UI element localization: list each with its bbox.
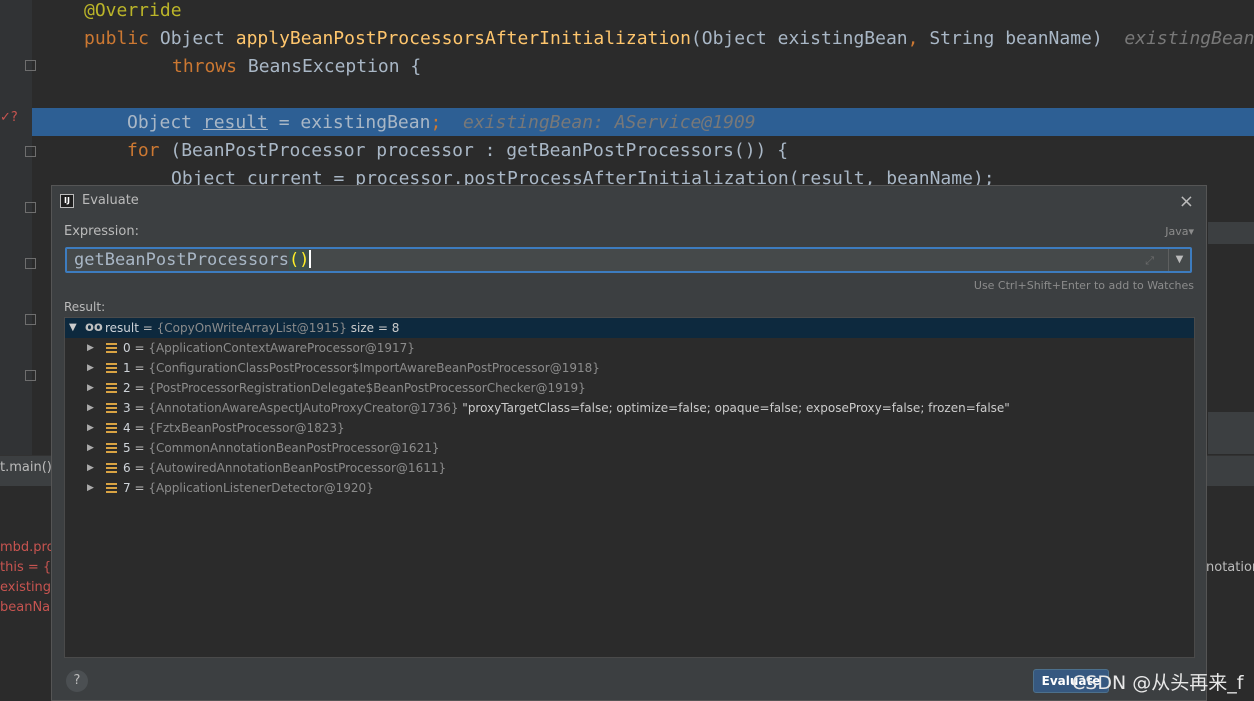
fold-marker-icon[interactable]: [25, 258, 36, 269]
list-icon: [106, 343, 117, 353]
tree-node-text: 2 = {PostProcessorRegistrationDelegate$B…: [123, 381, 586, 395]
code-line-signature: public Object applyBeanPostProcessorsAft…: [84, 28, 1254, 49]
tree-row[interactable]: ▶ 5 = {CommonAnnotationBeanPostProcessor…: [65, 438, 1194, 458]
tree-node-text: 7 = {ApplicationListenerDetector@1920}: [123, 481, 374, 495]
result-tree: ▼ oo result = {CopyOnWriteArrayList@1915…: [64, 317, 1195, 658]
fold-marker-icon[interactable]: [25, 60, 36, 71]
text-cursor: [309, 250, 312, 268]
expression-input[interactable]: getBeanPostProcessors() ⤢ ▼: [65, 247, 1192, 273]
tree-row[interactable]: ▶ 1 = {ConfigurationClassPostProcessor$I…: [65, 358, 1194, 378]
collapse-triangle-icon[interactable]: ▼: [69, 318, 77, 338]
expand-icon[interactable]: ⤢: [1145, 254, 1154, 268]
expand-triangle-icon[interactable]: ▶: [87, 458, 94, 478]
side-panel-strip: [1208, 412, 1254, 454]
expand-triangle-icon[interactable]: ▶: [87, 478, 94, 498]
result-label: Result:: [64, 300, 106, 314]
editor-gutter: ✓?: [0, 0, 36, 460]
tree-node-text: result = {CopyOnWriteArrayList@1915} siz…: [105, 321, 400, 335]
list-icon: [106, 483, 117, 493]
expression-label: Expression:: [64, 224, 139, 239]
tree-node-text: 0 = {ApplicationContextAwareProcessor@19…: [123, 341, 415, 355]
fold-marker-icon[interactable]: [25, 314, 36, 325]
tree-row[interactable]: ▶ 3 = {AnnotationAwareAspectJAutoProxyCr…: [65, 398, 1194, 418]
tree-node-text: 6 = {AutowiredAnnotationBeanPostProcesso…: [123, 461, 447, 475]
list-icon: [106, 363, 117, 373]
expand-triangle-icon[interactable]: ▶: [87, 358, 94, 378]
tree-row[interactable]: ▶ 4 = {FztxBeanPostProcessor@1823}: [65, 418, 1194, 438]
code-line-result: Object result = existingBean; existingBe…: [127, 112, 756, 133]
fold-marker-icon[interactable]: [25, 146, 36, 157]
watch-glasses-icon: oo: [85, 320, 103, 335]
expand-triangle-icon[interactable]: ▶: [87, 418, 94, 438]
close-icon[interactable]: ×: [1179, 191, 1194, 212]
code-line-throws: throws BeansException {: [172, 56, 422, 77]
fold-marker-icon[interactable]: [25, 370, 36, 381]
expand-triangle-icon[interactable]: ▶: [87, 398, 94, 418]
tree-row[interactable]: ▶ 0 = {ApplicationContextAwareProcessor@…: [65, 338, 1194, 358]
app-icon: IJ: [60, 194, 74, 208]
language-select[interactable]: Java▾: [1165, 225, 1194, 238]
tree-node-text: 1 = {ConfigurationClassPostProcessor$Imp…: [123, 361, 600, 375]
help-icon[interactable]: ?: [66, 670, 88, 692]
fold-marker-icon[interactable]: [25, 202, 36, 213]
tree-node-text: 5 = {CommonAnnotationBeanPostProcessor@1…: [123, 441, 440, 455]
side-panel-strip: [1208, 222, 1254, 244]
tree-row[interactable]: ▶ 7 = {ApplicationListenerDetector@1920}: [65, 478, 1194, 498]
evaluate-dialog: IJ Evaluate × Expression: Java▾ getBeanP…: [51, 185, 1207, 701]
tree-node-text: 3 = {AnnotationAwareAspectJAutoProxyCrea…: [123, 401, 1010, 415]
expression-text[interactable]: getBeanPostProcessors(): [74, 249, 312, 271]
list-icon: [106, 403, 117, 413]
tree-node-text: 4 = {FztxBeanPostProcessor@1823}: [123, 421, 345, 435]
frame-item[interactable]: t.main(): [0, 460, 52, 475]
dialog-title: Evaluate: [82, 193, 139, 208]
tree-row[interactable]: ▶ 2 = {PostProcessorRegistrationDelegate…: [65, 378, 1194, 398]
breakpoint-icon[interactable]: ✓?: [0, 110, 18, 125]
history-dropdown-icon[interactable]: ▼: [1168, 249, 1190, 271]
dialog-titlebar[interactable]: IJ Evaluate ×: [52, 186, 1206, 216]
list-icon: [106, 423, 117, 433]
list-icon: [106, 463, 117, 473]
watermark: CSDN @从头再来_f: [1072, 672, 1244, 694]
watch-hint: Use Ctrl+Shift+Enter to add to Watches: [973, 279, 1194, 292]
tree-row[interactable]: ▶ 6 = {AutowiredAnnotationBeanPostProces…: [65, 458, 1194, 478]
code-line-for: for (BeanPostProcessor processor : getBe…: [127, 140, 789, 161]
list-icon: [106, 443, 117, 453]
expand-triangle-icon[interactable]: ▶: [87, 378, 94, 398]
expand-triangle-icon[interactable]: ▶: [87, 338, 94, 358]
expand-triangle-icon[interactable]: ▶: [87, 438, 94, 458]
tree-row-root[interactable]: ▼ oo result = {CopyOnWriteArrayList@1915…: [65, 318, 1194, 338]
list-icon: [106, 383, 117, 393]
code-line-annotation: @Override: [84, 0, 182, 21]
background-text: notation: [1206, 560, 1254, 575]
